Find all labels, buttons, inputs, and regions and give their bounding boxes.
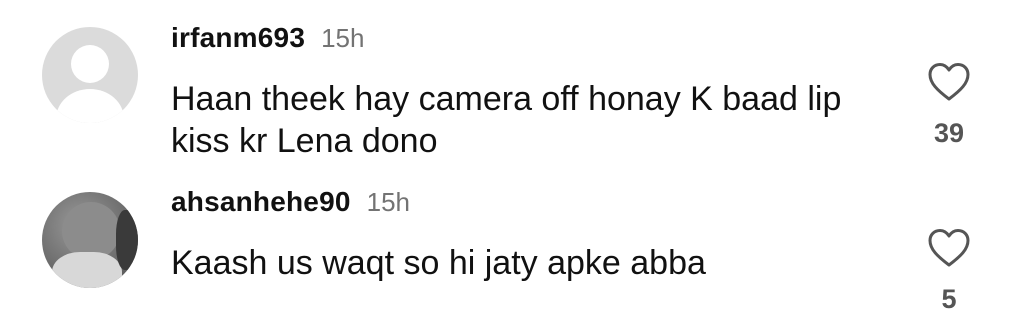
comment-item: ahsanhehe90 15h Kaash us waqt so hi jaty…: [0, 180, 1024, 333]
heart-outline-icon: [928, 229, 970, 267]
avatar[interactable]: [42, 27, 138, 123]
like-button[interactable]: [927, 228, 971, 268]
avatar-body-shape: [56, 89, 124, 123]
like-count: 39: [933, 118, 965, 148]
like-count: 5: [941, 284, 957, 314]
comment-header: ahsanhehe90 15h: [171, 186, 410, 218]
avatar[interactable]: [42, 192, 138, 288]
comment-timestamp: 15h: [321, 23, 365, 53]
comment-item: irfanm693 15h Haan theek hay camera off …: [0, 0, 1024, 180]
comment-text: Kaash us waqt so hi jaty apke abba: [171, 244, 706, 282]
avatar-photo-shape: [116, 210, 138, 270]
comment-username[interactable]: ahsanhehe90: [171, 186, 351, 218]
comment-username[interactable]: irfanm693: [171, 22, 305, 54]
avatar-photo-shape: [52, 252, 122, 288]
comment-header: irfanm693 15h: [171, 22, 364, 54]
avatar-head-shape: [71, 45, 109, 83]
comment-timestamp: 15h: [366, 187, 411, 217]
heart-outline-icon: [928, 63, 970, 101]
like-button[interactable]: [927, 62, 971, 102]
comment-text: Haan theek hay camera off honay K baad l…: [171, 80, 842, 160]
